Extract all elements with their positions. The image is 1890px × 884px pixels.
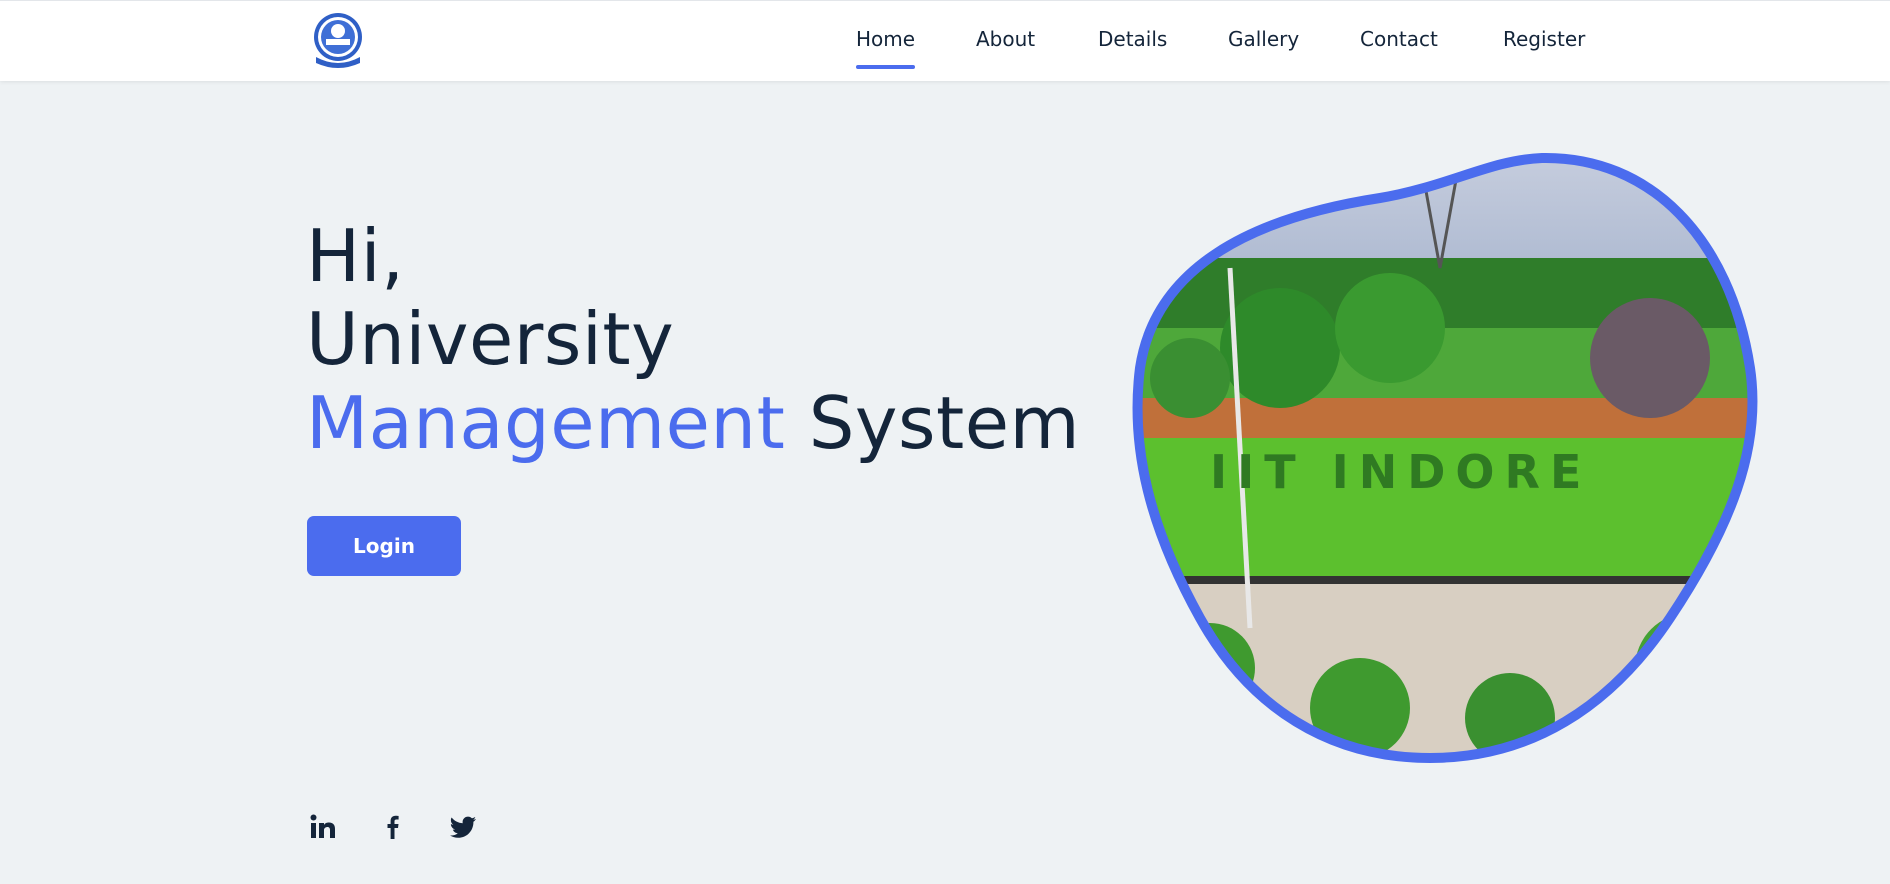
campus-image: IIT INDORE [1132, 152, 1758, 764]
nav-home[interactable]: Home [856, 27, 916, 69]
hero-system: System [808, 381, 1081, 465]
nav-gallery[interactable]: Gallery [1228, 27, 1299, 51]
main-nav: Home About Details Gallery Contact Regis… [0, 1, 1890, 82]
nav-about[interactable]: About [976, 27, 1035, 51]
facebook-icon[interactable] [378, 812, 408, 842]
hero-subtitle-line: Management System [306, 381, 1080, 465]
hero-greeting: Hi, [306, 214, 405, 298]
header: Home About Details Gallery Contact Regis… [0, 0, 1890, 81]
nav-details[interactable]: Details [1098, 27, 1167, 51]
nav-contact[interactable]: Contact [1360, 27, 1438, 51]
hero-management: Management [306, 381, 786, 465]
hero-title-line: University [306, 297, 674, 381]
hero-university: University [306, 297, 675, 381]
nav-register[interactable]: Register [1503, 27, 1585, 51]
login-button[interactable]: Login [307, 516, 461, 576]
linkedin-icon[interactable] [308, 812, 338, 842]
twitter-icon[interactable] [448, 812, 478, 842]
campus-sign-text: IIT INDORE [1210, 445, 1591, 499]
